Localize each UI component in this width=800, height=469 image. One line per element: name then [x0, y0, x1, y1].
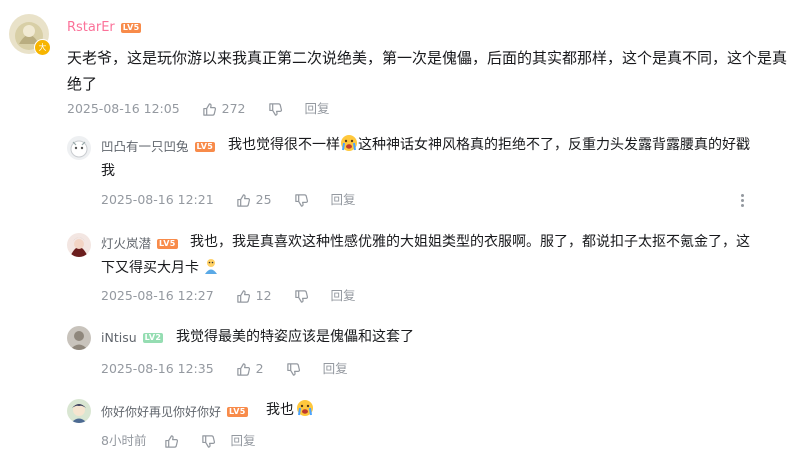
reply-button[interactable]: 回复: [331, 192, 356, 208]
reply-author[interactable]: 你好你好再见你好你好: [101, 403, 221, 421]
reply-time: 2025-08-16 12:21: [101, 192, 214, 207]
avatar[interactable]: [67, 326, 91, 350]
like-icon[interactable]: [236, 362, 251, 377]
like-icon[interactable]: [202, 102, 217, 117]
level-badge: LV2: [142, 333, 164, 343]
comment-author[interactable]: RstarEr: [67, 19, 115, 37]
reply-time: 8小时前: [101, 433, 147, 448]
like-count: 2: [255, 361, 264, 376]
avatar[interactable]: [67, 136, 91, 160]
crying-emoji-icon: [340, 134, 358, 161]
like-count: 25: [255, 192, 272, 207]
reply-button[interactable]: 回复: [230, 433, 255, 449]
reply-button[interactable]: 回复: [323, 361, 348, 377]
crying-emoji-icon: [296, 399, 314, 426]
reply-text: 我也: [266, 398, 314, 426]
comment-text: 天老爷，这是玩你游以来我真正第二次说绝美，第一次是傀儡，后面的其实都那样，这个是…: [67, 49, 788, 93]
comment-time: 2025-08-16 12:05: [67, 101, 180, 116]
reply-text: 我觉得最美的特姿应该是傀儡和这套了: [176, 329, 414, 345]
dislike-icon[interactable]: [201, 434, 216, 449]
reply-time: 2025-08-16 12:35: [101, 361, 214, 376]
reply-text-continued: 下又得买大月卡: [101, 256, 220, 284]
like-icon[interactable]: [236, 193, 251, 208]
reply-author[interactable]: 凹凸有一只凹兔: [101, 138, 189, 156]
dislike-icon[interactable]: [294, 289, 309, 304]
more-options-icon[interactable]: [741, 194, 744, 209]
person-emoji-icon: [202, 257, 220, 284]
like-icon[interactable]: [164, 434, 179, 449]
level-badge: LV5: [157, 239, 178, 249]
level-badge: LV5: [227, 407, 248, 417]
reply-button[interactable]: 回复: [331, 288, 356, 304]
avatar[interactable]: [67, 399, 91, 423]
reply-text: 我也，我是真喜欢这种性感优雅的大姐姐类型的衣服啊。服了，都说扣子太抠不氪金了，这: [190, 234, 750, 250]
reply-button[interactable]: 回复: [305, 101, 330, 117]
reply-text-continued: 我: [101, 163, 115, 179]
reply-author[interactable]: 灯火岚潜: [101, 235, 151, 253]
avatar[interactable]: [67, 233, 91, 257]
like-icon[interactable]: [236, 289, 251, 304]
like-count: 12: [255, 288, 272, 303]
avatar-badge: 大: [34, 39, 51, 56]
dislike-icon[interactable]: [268, 102, 283, 117]
reply-time: 2025-08-16 12:27: [101, 288, 214, 303]
like-count: 272: [221, 101, 246, 116]
level-badge: LV5: [194, 142, 216, 152]
level-badge: LV5: [120, 23, 142, 33]
reply-author[interactable]: iNtisu: [101, 329, 137, 347]
reply-text: 我也觉得很不一样 这种神话女神风格真的拒绝不了，反重力头发露背露腰真的好戳: [228, 133, 773, 161]
dislike-icon[interactable]: [294, 193, 309, 208]
dislike-icon[interactable]: [286, 362, 301, 377]
